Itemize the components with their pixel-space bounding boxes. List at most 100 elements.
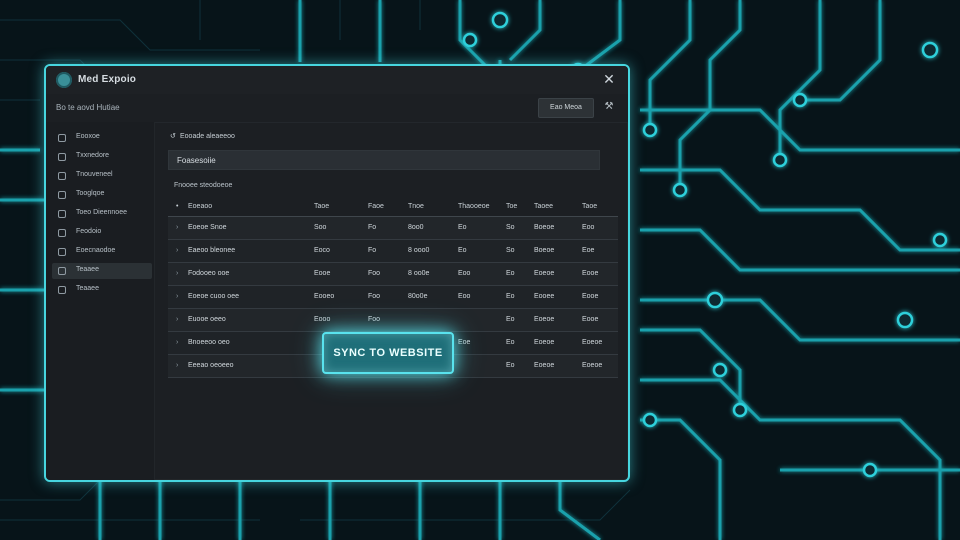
main-content: ↺ Eooade aleaeeoo Foasesoiie Fnooee steod… [164,122,618,470]
table-cell: Eooo [314,316,331,323]
back-icon[interactable]: ↺ [170,132,180,140]
settings-icon [58,267,66,275]
close-icon[interactable]: ✕ [600,70,618,88]
table-cell: Eooe [582,270,599,277]
expand-icon[interactable]: › [176,240,186,262]
table-cell: 8 oo0e [408,270,430,277]
table-cell: Eoeoe [534,339,555,346]
table-cell [458,355,508,377]
sidebar-item-4[interactable]: Tooglqoe [52,187,152,203]
column-header[interactable]: Taoee [534,198,574,216]
sidebar-item-2[interactable]: Txxnedore [52,149,152,165]
expand-icon[interactable]: › [176,286,186,308]
table-cell: Eoe [458,339,471,346]
toolbar: Bo te aovd Hutiae Eao Meoa ⚒ [46,94,628,123]
expand-icon[interactable]: › [176,332,186,354]
column-header[interactable]: Eoeaoo [188,198,298,216]
sidebar-item-7[interactable]: Eoecnaodoe [52,244,152,260]
page-title: ↺ Eooade aleaeeoo [170,132,235,140]
table-cell: Eoo [582,224,595,231]
table-cell: Eo [506,316,515,323]
settings-icon[interactable]: ⚒ [602,100,616,114]
table-row[interactable]: › Eoeoe cuoo oee Eooeo Foo 80o0e Eoo Eo Eooee Eo… [168,286,618,309]
table-cell: Bnoeeoo oeo [188,339,230,346]
expand-icon[interactable]: › [176,263,186,285]
table-cell: Eoeoe Snoe [188,224,227,231]
sync-to-website-button[interactable]: SYNC TO WEBSITE [322,332,454,374]
sidebar-item-label: Teaaee [76,266,99,273]
table-cell: Eoeoe [534,270,555,277]
filter-label: Foasesoiie [177,156,216,165]
table-cell: Eoeoe [582,362,603,369]
table-cell: So [506,224,515,231]
sidebar-item-label: Feodoio [76,228,102,235]
sidebar-item-label: Txxnedore [76,152,110,159]
app-logo-icon [56,72,72,88]
table-cell: Eoe [582,247,595,254]
column-header[interactable]: Taoe [582,198,618,216]
table-cell: 80o0e [408,293,428,300]
table-row[interactable]: › Fodooeo ooe Eooe Foo 8 oo0e Eoo Eo Eoeoe Eooe [168,263,618,286]
table-cell: Boeoe [534,224,555,231]
table-cell: Euooe oeeo [188,316,226,323]
list-icon [58,210,66,218]
table-cell: Soo [314,224,327,231]
table-row[interactable]: › Euooe oeeo Eooo Foo Eo Eoeoe Eooe [168,309,618,332]
table-cell: Eo [506,362,515,369]
table-cell: Foo [368,316,381,323]
table-cell: Eo [458,224,467,231]
table-cell: 8 ooo0 [408,247,430,254]
user-icon [58,248,66,256]
column-header[interactable]: Thaooeoe [458,198,508,216]
sidebar-item-label: Teaaee [76,285,99,292]
sidebar-item-6[interactable]: Feodoio [52,225,152,241]
table-header: • Eoeaoo Taoe Faoe Tnoe Thaooeoe Toe Tao… [168,198,618,217]
table-cell: Eaeoo bleonee [188,247,236,254]
table-cell: Eoeoe [582,339,603,346]
sidebar-item-8[interactable]: Teaaee [52,263,152,279]
expand-icon[interactable]: › [176,217,186,239]
expand-icon[interactable]: › [176,309,186,331]
table-cell: Boeoe [534,247,555,254]
grid-icon [58,191,66,199]
folder-icon [58,153,66,161]
table-cell [458,309,508,331]
column-header[interactable]: Toe [506,198,530,216]
sync-icon [58,286,66,294]
sidebar-item-1[interactable]: Eooxoe [52,130,152,146]
sidebar-item-3[interactable]: Tnouveneel [52,168,152,184]
sidebar-item-9[interactable]: Teaaee [52,282,152,298]
table-cell: Eoco [314,247,330,254]
table-cell: Eo [506,293,515,300]
table-cell: Eooeo [314,293,335,300]
table-cell: Eooee [534,293,555,300]
expand-icon[interactable]: › [176,355,186,377]
sidebar: Eooxoe Txxnedore Tnouveneel Tooglqoe Toe… [46,122,155,480]
table-cell: Eo [506,270,515,277]
table-cell: Eooe [582,293,599,300]
column-header[interactable]: Tnoe [408,198,448,216]
section-title: Fnooee steodoeoe [174,182,233,189]
table-row[interactable]: › Eaeoo bleonee Eoco Fo 8 ooo0 Eo So Boeoe Eoe [168,240,618,263]
document-icon [58,172,66,180]
table-cell: Eoeoe [534,362,555,369]
table-cell: Eooe [582,316,599,323]
filter-bar[interactable]: Foasesoiie [168,150,600,170]
column-header[interactable]: Faoe [368,198,398,216]
sidebar-item-label: Tooglqoe [76,190,105,197]
sidebar-item-label: Toeo Dieennoee [76,209,127,216]
title-bar: Med Expoio ✕ [46,66,628,94]
table-cell: Eoo [458,293,471,300]
table-cell: Eoeoe [534,316,555,323]
column-header[interactable]: Taoe [314,198,354,216]
table-cell [408,309,448,331]
table-cell: Eeeao oeoeeo [188,362,234,369]
toolbar-button[interactable]: Eao Meoa [538,98,594,118]
header-marker: • [176,203,179,210]
table-row[interactable]: › Eoeoe Snoe Soo Fo 8oo0 Eo So Boeoe Eoo [168,217,618,240]
breadcrumb: Bo te aovd Hutiae [56,103,120,112]
table-cell: Eo [506,339,515,346]
table-cell: So [506,247,515,254]
sidebar-item-5[interactable]: Toeo Dieennoee [52,206,152,222]
table-cell: Fo [368,224,377,231]
